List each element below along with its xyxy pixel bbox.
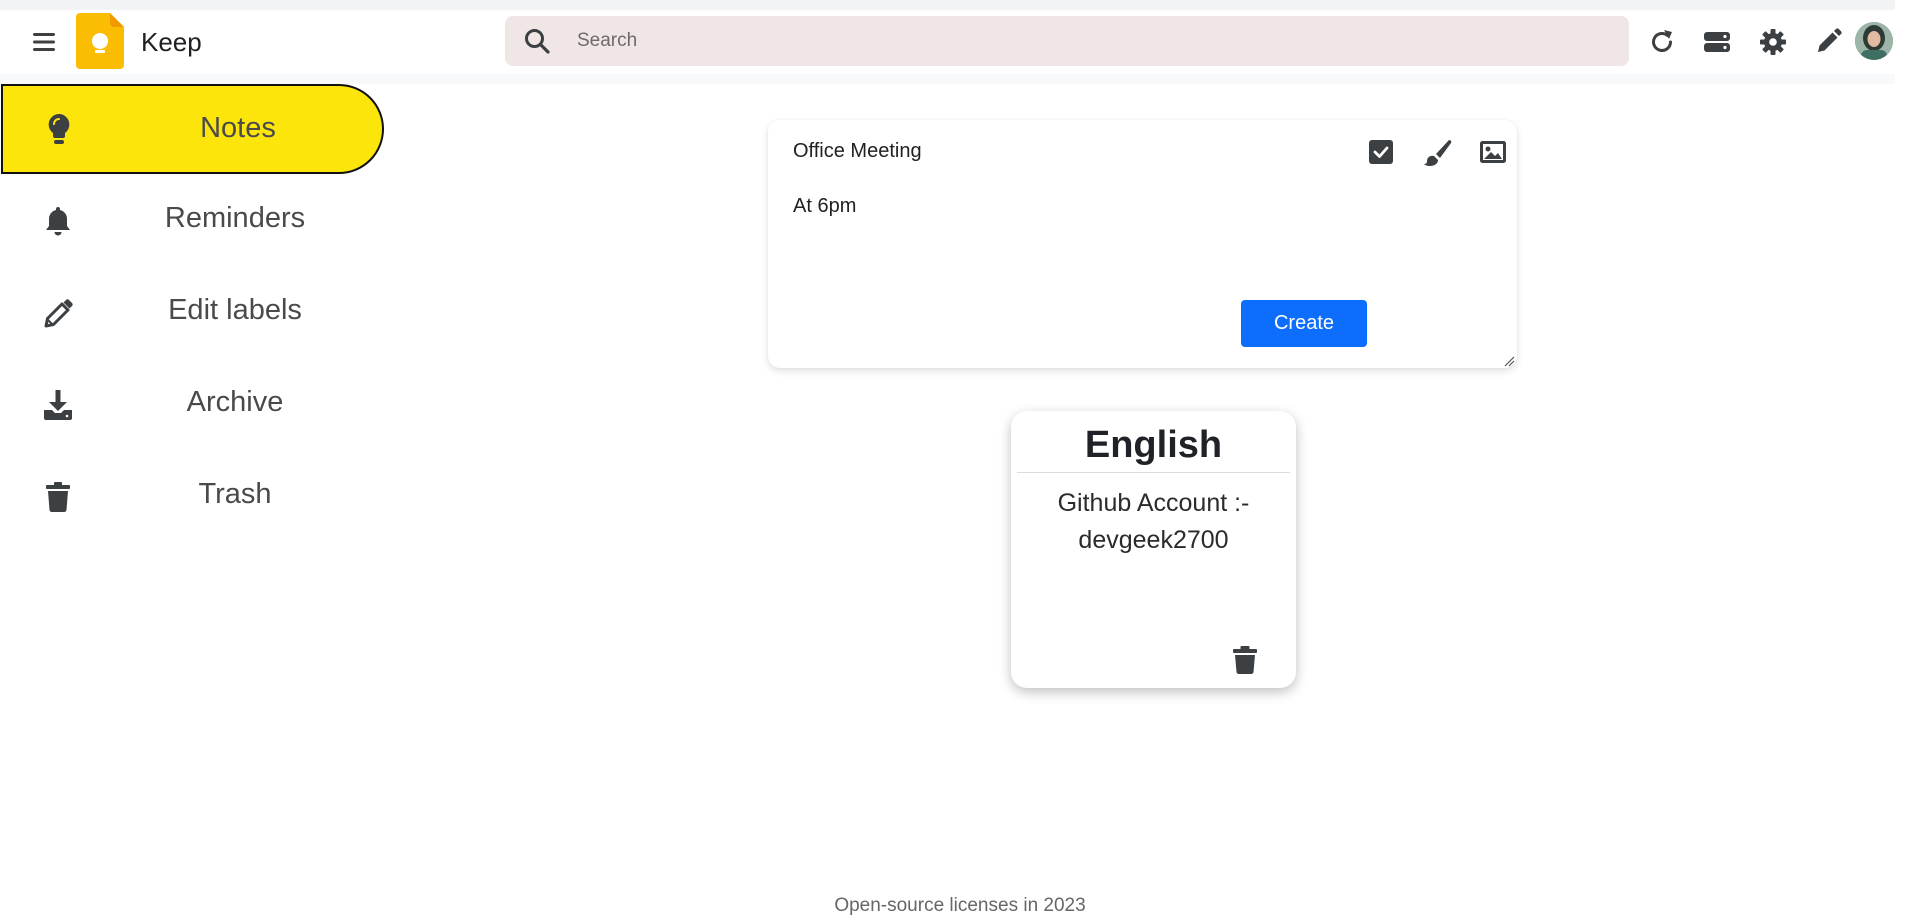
- note-card[interactable]: English Github Account :- devgeek2700: [1011, 411, 1296, 688]
- delete-note-icon[interactable]: [1232, 645, 1258, 675]
- note-title: English: [1084, 424, 1223, 466]
- sidebar-item-label: Reminders: [164, 202, 306, 234]
- footer-licenses[interactable]: Open-source licenses in 2023: [0, 895, 1920, 917]
- search-input[interactable]: [575, 16, 1615, 66]
- keep-logo[interactable]: [76, 13, 124, 69]
- list-view-icon[interactable]: [1702, 27, 1732, 57]
- sidebar-item-trash[interactable]: Trash: [0, 452, 383, 542]
- pencil-icon[interactable]: [1813, 27, 1843, 57]
- note-composer: Office Meeting At 6pm Create: [768, 120, 1517, 368]
- refresh-icon[interactable]: [1647, 27, 1677, 57]
- sidebar-item-notes[interactable]: Notes: [1, 84, 384, 174]
- sidebar-item-label: Edit labels: [168, 294, 302, 326]
- app-title: Keep: [141, 27, 202, 57]
- settings-icon[interactable]: [1758, 27, 1788, 57]
- note-divider: [1017, 472, 1290, 473]
- sidebar-item-edit-labels[interactable]: Edit labels: [0, 268, 383, 358]
- sidebar-item-label: Archive: [186, 386, 284, 418]
- avatar[interactable]: [1855, 22, 1893, 60]
- bell-icon: [42, 204, 74, 238]
- menu-icon[interactable]: [30, 28, 58, 56]
- image-icon[interactable]: [1478, 137, 1508, 167]
- archive-download-icon: [42, 388, 74, 422]
- trash-icon: [42, 480, 74, 514]
- checkbox-icon[interactable]: [1366, 137, 1396, 167]
- sidebar-item-label: Trash: [198, 478, 272, 510]
- create-button[interactable]: Create: [1241, 300, 1367, 347]
- bulb-icon: [43, 112, 75, 146]
- sidebar-item-reminders[interactable]: Reminders: [0, 176, 383, 266]
- search-icon[interactable]: [523, 27, 551, 55]
- note-content: Github Account :- devgeek2700: [1057, 489, 1250, 554]
- search-bar[interactable]: [505, 16, 1629, 66]
- note-title-input[interactable]: Office Meeting: [793, 140, 922, 163]
- pencil-icon: [42, 296, 74, 330]
- sidebar-item-archive[interactable]: Archive: [0, 360, 383, 450]
- brush-icon[interactable]: [1422, 137, 1452, 167]
- resize-handle[interactable]: [1503, 354, 1515, 367]
- sidebar-item-label: Notes: [200, 112, 276, 144]
- note-body-input[interactable]: At 6pm: [793, 195, 856, 218]
